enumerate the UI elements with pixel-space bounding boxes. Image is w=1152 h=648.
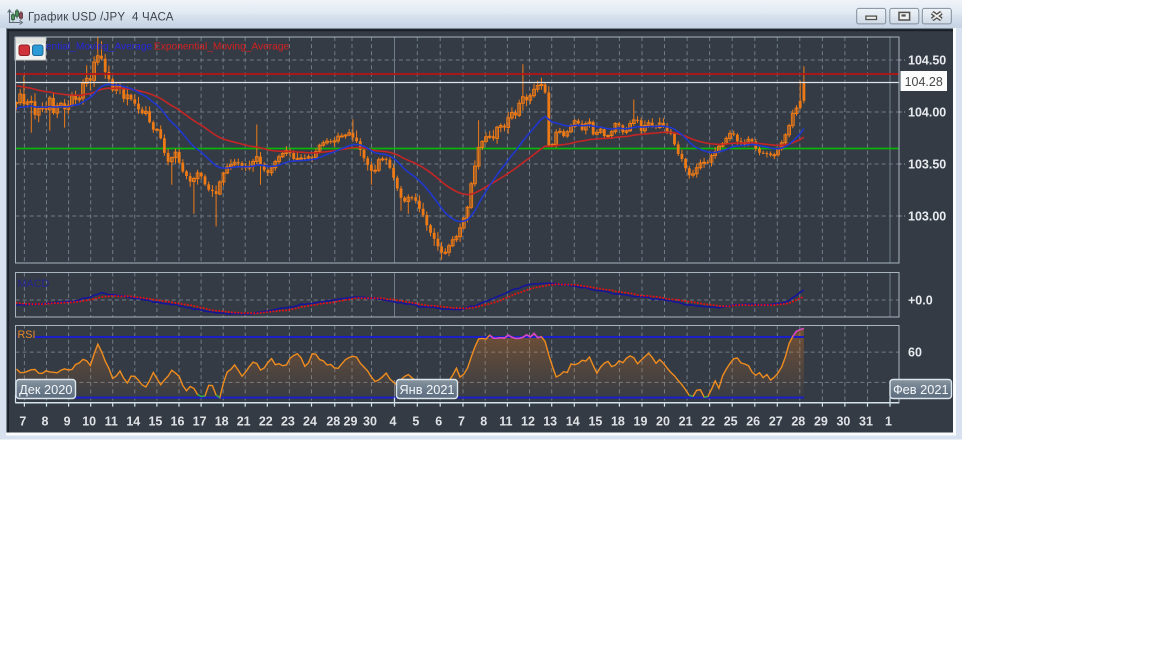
svg-text:30: 30	[363, 415, 377, 429]
svg-text:18: 18	[611, 415, 625, 429]
svg-text:29: 29	[344, 415, 358, 429]
svg-text:16: 16	[171, 415, 185, 429]
svg-text:30: 30	[836, 415, 850, 429]
svg-text:10: 10	[82, 415, 96, 429]
svg-text:22: 22	[701, 415, 715, 429]
svg-text:RSI: RSI	[18, 329, 36, 341]
svg-text:104.50: 104.50	[908, 54, 946, 68]
svg-text:Янв 2021: Янв 2021	[399, 382, 454, 397]
svg-text:7: 7	[458, 415, 465, 429]
svg-text:60: 60	[908, 346, 922, 360]
svg-text:22: 22	[259, 415, 273, 429]
svg-text:25: 25	[724, 415, 738, 429]
svg-text:23: 23	[281, 415, 295, 429]
svg-text:104.28: 104.28	[905, 75, 943, 89]
svg-text:График USD /JPY 4 ЧАСА: График USD /JPY 4 ЧАСА	[28, 12, 174, 24]
svg-text:19: 19	[634, 415, 648, 429]
svg-text:18: 18	[215, 415, 229, 429]
svg-text:15: 15	[588, 415, 602, 429]
svg-text:31: 31	[859, 415, 873, 429]
svg-text:103.00: 103.00	[908, 210, 946, 224]
svg-text:28: 28	[791, 415, 805, 429]
svg-text:20: 20	[656, 415, 670, 429]
svg-text:1: 1	[885, 415, 892, 429]
svg-text:13: 13	[543, 415, 557, 429]
svg-text:9: 9	[64, 415, 71, 429]
svg-text:Фев 2021: Фев 2021	[893, 382, 949, 397]
svg-text:+0.0: +0.0	[908, 294, 933, 308]
svg-text:5: 5	[412, 415, 419, 429]
svg-text:27: 27	[769, 415, 783, 429]
svg-text:11: 11	[499, 415, 512, 429]
svg-text:15: 15	[148, 415, 162, 429]
svg-text:4: 4	[390, 415, 397, 429]
svg-text:Дек 2020: Дек 2020	[19, 382, 72, 397]
svg-text:29: 29	[814, 415, 828, 429]
svg-text:21: 21	[237, 415, 251, 429]
svg-text:8: 8	[480, 415, 487, 429]
svg-text:28: 28	[326, 415, 340, 429]
svg-text:7: 7	[19, 415, 26, 429]
svg-text:8: 8	[42, 415, 49, 429]
svg-text:104.00: 104.00	[908, 106, 946, 120]
svg-text:Exponential_Moving_Average: Exponential_Moving_Average	[154, 42, 290, 53]
svg-text:26: 26	[746, 415, 760, 429]
svg-text:12: 12	[521, 415, 535, 429]
svg-text:6: 6	[435, 415, 442, 429]
svg-text:MACD: MACD	[18, 278, 50, 290]
svg-text:103.50: 103.50	[908, 158, 946, 172]
svg-text:14: 14	[566, 415, 580, 429]
svg-text:14: 14	[126, 415, 140, 429]
svg-text:17: 17	[193, 415, 207, 429]
svg-text:24: 24	[303, 415, 317, 429]
svg-text:11: 11	[105, 415, 118, 429]
svg-text:21: 21	[679, 415, 693, 429]
